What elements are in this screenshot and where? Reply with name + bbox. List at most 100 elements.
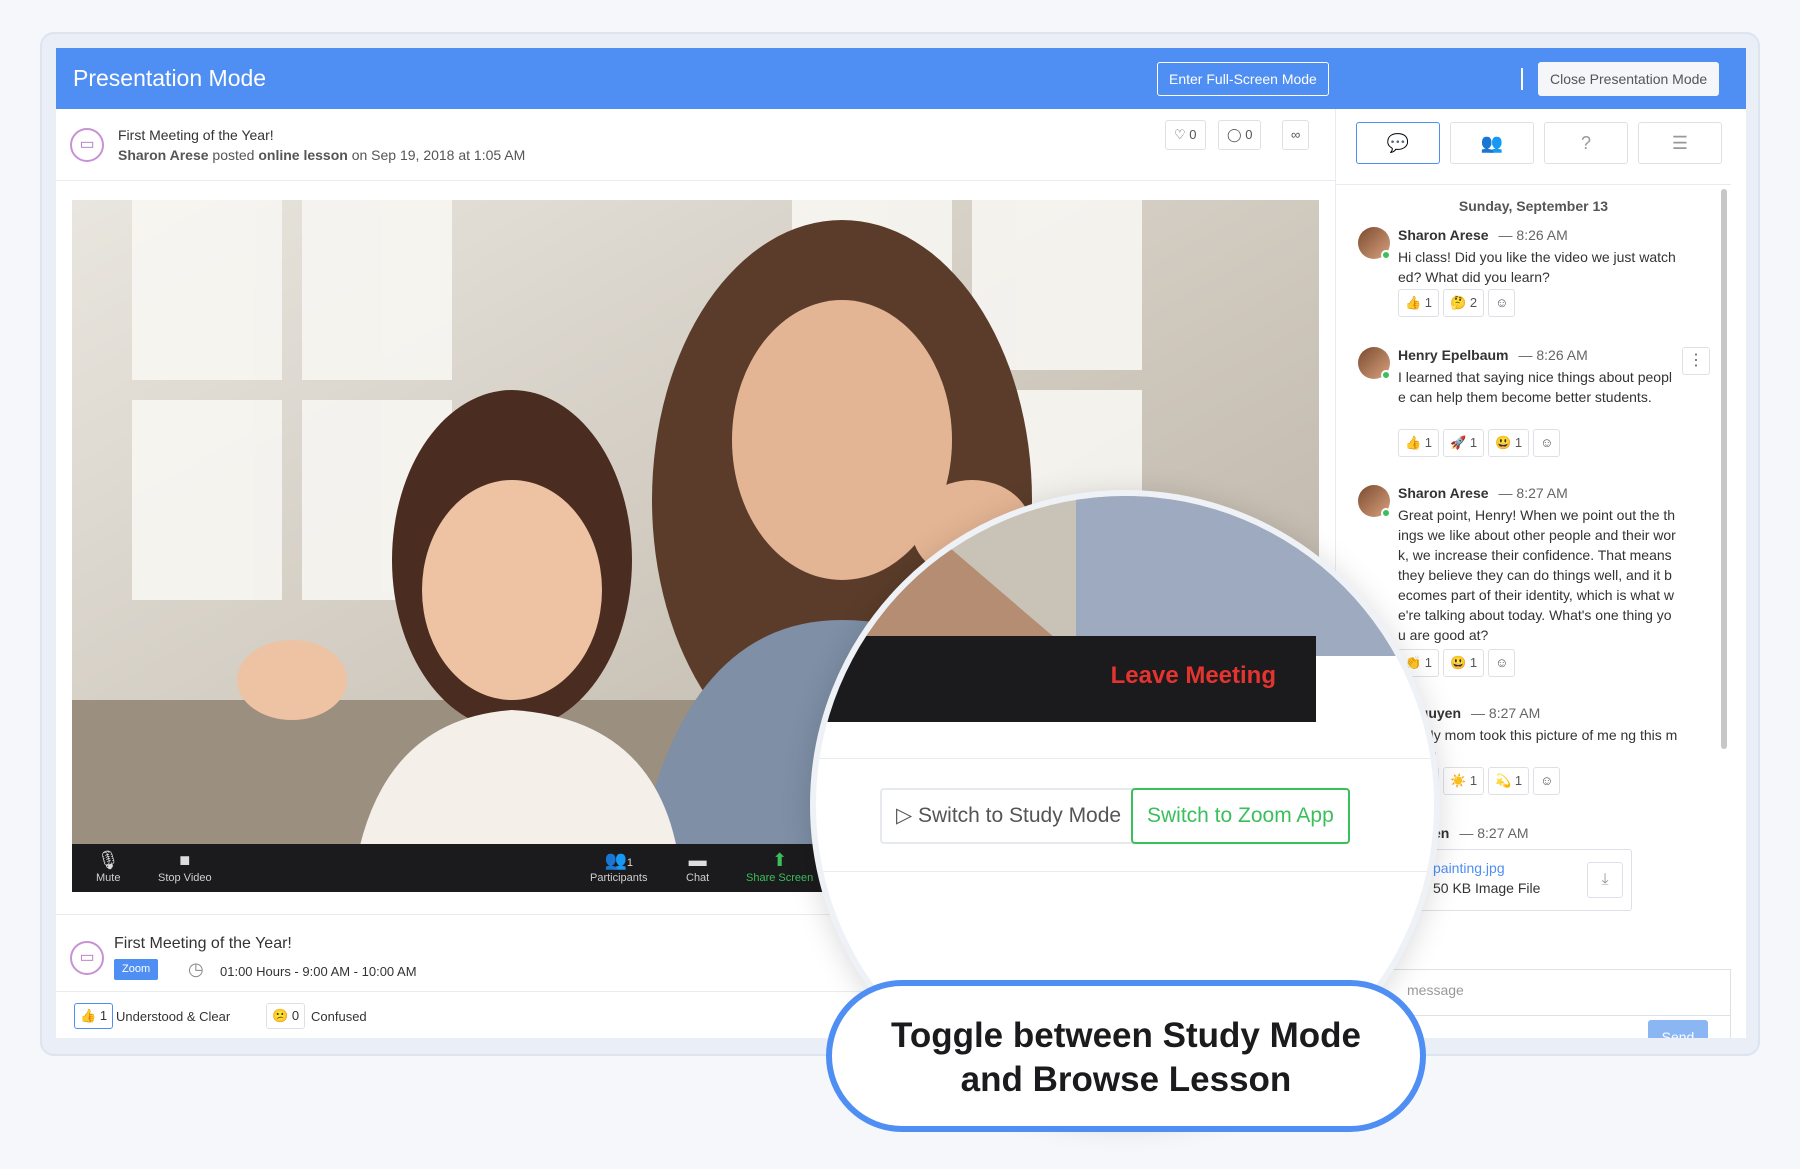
understood-count: 1 — [99, 1008, 108, 1023]
list-icon: ☰ — [1671, 133, 1689, 153]
study-mode-button[interactable]: ▷ Switch to Study Mode — [880, 788, 1138, 844]
add-reaction-icon[interactable]: ☺ — [1488, 289, 1516, 317]
lens-divider — [816, 758, 1434, 759]
more-options-icon[interactable]: ⋮ — [1682, 347, 1710, 375]
reaction-chip[interactable]: ☀️ 1 — [1443, 767, 1485, 795]
reaction-chip[interactable]: 💫 1 — [1488, 767, 1530, 795]
confused-button[interactable]: 😕 0 — [266, 1003, 306, 1029]
share-screen-icon: ⬆ — [772, 850, 788, 870]
enter-fullscreen-button[interactable]: Enter Full-Screen Mode — [1157, 62, 1329, 96]
reaction-chip[interactable]: 👍 1 — [1398, 429, 1440, 457]
reaction-chip[interactable]: 😃 1 — [1443, 649, 1485, 677]
message-text: Great point, Henry! When we point out th… — [1398, 507, 1676, 643]
lesson-type[interactable]: online lesson — [258, 147, 347, 163]
reaction-chip[interactable]: 🤔 2 — [1443, 289, 1485, 317]
question-icon: ? — [1580, 133, 1591, 153]
day-divider: Sunday, September 13 — [1458, 198, 1609, 214]
participants-button[interactable]: 👥1 Participants — [590, 850, 647, 884]
presentation-icon: ▭ — [70, 128, 104, 162]
message-text: I learned that saying nice things about … — [1398, 369, 1672, 405]
schedule-text: 01:00 Hours - 9:00 AM - 10:00 AM — [220, 964, 417, 979]
like-count: 0 — [1189, 127, 1197, 142]
file-meta: 50 KB Image File — [1433, 880, 1541, 896]
message-header: Henry Epelbaum — 8:26 AM — [1398, 347, 1588, 363]
window-title: Presentation Mode — [73, 65, 267, 91]
message-author[interactable]: Sharon Arese — [1398, 227, 1489, 243]
message-header: Sharon Arese — 8:26 AM — [1398, 227, 1568, 243]
info-title: First Meeting of the Year! — [114, 935, 292, 952]
message-author[interactable]: Henry Epelbaum — [1398, 347, 1508, 363]
add-reaction-icon[interactable]: ☺ — [1488, 649, 1516, 677]
tab-chat[interactable]: 💬 — [1356, 122, 1440, 164]
tab-help[interactable]: ? — [1544, 122, 1628, 164]
message-text: Hi class! Did you like the video we just… — [1398, 249, 1676, 285]
magnified-zoom-bar: Leave Meeting — [816, 636, 1316, 722]
lesson-header: ▭ First Meeting of the Year! Sharon Ares… — [56, 109, 1335, 181]
participants-count: 1 — [626, 857, 634, 869]
participants-label: Participants — [590, 872, 648, 884]
send-button[interactable]: Send — [1648, 1020, 1708, 1038]
chat-button[interactable]: ▬ Chat — [686, 850, 709, 884]
chat-bubble-icon: 💬 — [1386, 133, 1410, 153]
reactions: 👍 1 🤔 2 ☺ — [1398, 289, 1519, 317]
reactions: 👍 1 🚀 1 😃 1 ☺ — [1398, 429, 1564, 457]
callout-bubble: Toggle between Study Mode and Browse Les… — [826, 980, 1426, 1132]
online-status-icon — [1381, 370, 1391, 380]
message-time: — 8:27 AM — [1498, 485, 1568, 501]
message-time: — 8:26 AM — [1518, 347, 1588, 363]
add-reaction-icon[interactable]: ☺ — [1533, 767, 1561, 795]
play-icon: ▷ — [896, 804, 913, 827]
tab-notes[interactable]: ☰ — [1638, 122, 1722, 164]
mute-button[interactable]: 🎙 Mute — [96, 850, 120, 884]
stop-video-button[interactable]: ■ Stop Video — [158, 850, 212, 884]
close-presentation-button[interactable]: Close Presentation Mode — [1538, 62, 1720, 96]
link-icon: ∞ — [1291, 127, 1301, 142]
stop-video-label: Stop Video — [158, 872, 212, 884]
users-icon: 👥 — [1480, 133, 1504, 153]
confused-count: 0 — [291, 1008, 300, 1023]
heart-icon: ♡ — [1174, 127, 1186, 142]
lesson-meta: Sharon Arese posted online lesson on Sep… — [118, 147, 525, 163]
download-icon[interactable]: ⤓ — [1587, 862, 1623, 898]
participants-icon: 👥1 — [604, 850, 634, 870]
understood-label: Understood & Clear — [116, 1009, 231, 1024]
mute-label: Mute — [96, 872, 121, 884]
lens-divider — [816, 871, 1434, 872]
study-mode-label: Switch to Study Mode — [918, 804, 1122, 827]
lesson-author[interactable]: Sharon Arese — [118, 147, 209, 163]
confused-label: Confused — [311, 1009, 367, 1024]
online-status-icon — [1381, 250, 1391, 260]
callout-line-1: Toggle between Study Mode — [891, 1016, 1361, 1055]
comment-button[interactable]: ◯ 0 — [1218, 120, 1262, 150]
microphone-icon: 🎙 — [96, 850, 120, 870]
message-time: — 8:26 AM — [1498, 227, 1568, 243]
chat-scrollbar[interactable] — [1721, 189, 1727, 749]
reaction-chip[interactable]: 🚀 1 — [1443, 429, 1485, 457]
leave-meeting-button[interactable]: Leave Meeting — [1111, 662, 1276, 690]
chat-label: Chat — [686, 872, 710, 884]
understood-button[interactable]: 👍 1 — [74, 1003, 114, 1029]
video-camera-icon: ■ — [179, 850, 191, 870]
reaction-chip[interactable]: 👍 1 — [1398, 289, 1440, 317]
header-divider — [1521, 68, 1523, 90]
copy-link-button[interactable]: ∞ — [1282, 120, 1310, 150]
chat-icon: ▬ — [688, 850, 707, 870]
add-reaction-icon[interactable]: ☺ — [1533, 429, 1561, 457]
share-screen-label: Share Screen — [746, 872, 814, 884]
comment-count: 0 — [1245, 127, 1253, 142]
header-bar: Presentation Mode Enter Full-Screen Mode… — [56, 48, 1746, 109]
clock-icon: ◷ — [188, 959, 204, 979]
lesson-title: First Meeting of the Year! — [118, 127, 274, 143]
reaction-chip[interactable]: 😃 1 — [1488, 429, 1530, 457]
message-text: art! My mom took this picture of me ng t… — [1398, 727, 1678, 763]
lesson-date: on Sep 19, 2018 at 1:05 AM — [351, 147, 526, 163]
callout-line-2: and Browse Lesson — [960, 1060, 1292, 1099]
message-time: — 8:27 AM — [1471, 705, 1541, 721]
zoom-app-button[interactable]: Switch to Zoom App — [1131, 788, 1350, 844]
share-screen-button[interactable]: ⬆ Share Screen — [746, 850, 813, 884]
file-name-link[interactable]: painting.jpg — [1433, 860, 1505, 876]
zoom-badge: Zoom — [114, 959, 159, 980]
tab-participants[interactable]: 👥 — [1450, 122, 1534, 164]
like-button[interactable]: ♡ 0 — [1165, 120, 1206, 150]
presentation-icon: ▭ — [70, 941, 104, 975]
